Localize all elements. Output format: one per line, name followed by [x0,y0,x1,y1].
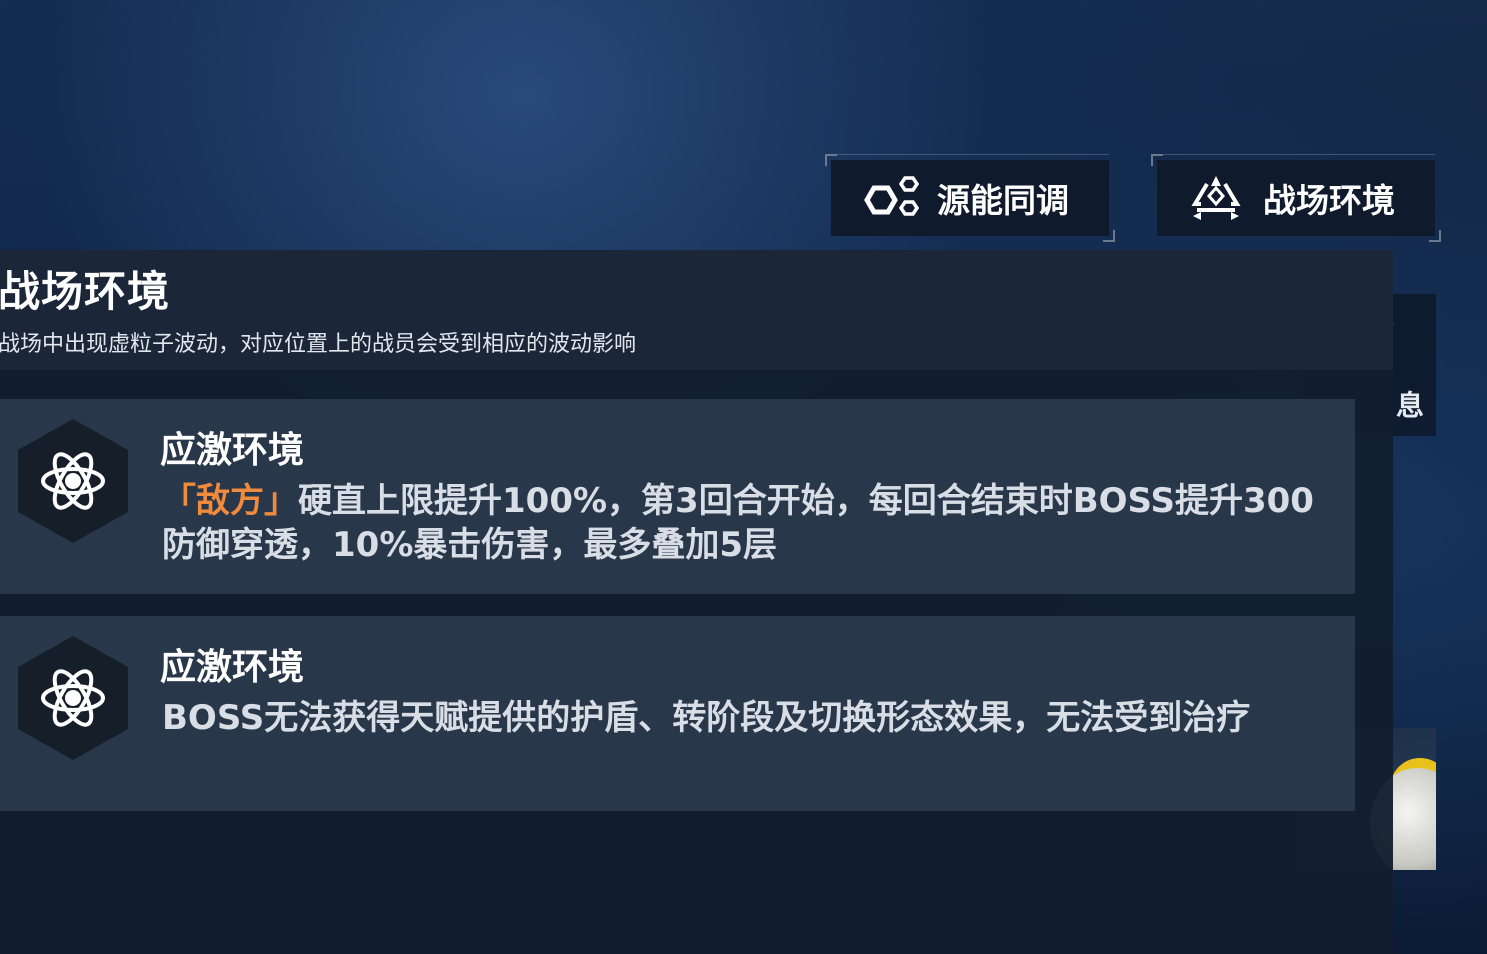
effect-title: 应激环境 [160,430,305,471]
battlefield-cycle-icon [1191,176,1241,220]
atom-icon [18,419,128,543]
enemy-info-label: 息 [1396,389,1425,422]
effect-description: 「敌方」硬直上限提升100%，第3回合开始，每回合结束时BOSS提升300防御穿… [162,479,1337,567]
target-highlight: 「敌方」 [162,481,298,521]
hexagon-cluster-icon [864,176,919,216]
panel-title: 战场环境 [0,267,171,316]
tab-battlefield-environment[interactable]: 战场环境 [1151,154,1441,242]
effect-description: BOSS无法获得天赋提供的护盾、转阶段及切换形态效果，无法受到治疗 [162,696,1337,740]
effect-text: 硬直上限提升100%，第3回合开始，每回合结束时BOSS提升300防御穿透，10… [162,481,1314,565]
atom-icon [18,636,128,760]
panel-subtitle: 战场中出现虚粒子波动，对应位置上的战员会受到相应的波动影响 [0,332,637,357]
tab-battlefield-label: 战场环境 [1263,181,1395,220]
tab-source-sync[interactable]: 源能同调 [825,154,1115,242]
effect-text: BOSS无法获得天赋提供的护盾、转阶段及切换形态效果，无法受到治疗 [162,698,1251,738]
effect-card: 应激环境 BOSS无法获得天赋提供的护盾、转阶段及切换形态效果，无法受到治疗 [0,616,1355,811]
tab-source-sync-label: 源能同调 [937,181,1069,220]
effect-card: 应激环境 「敌方」硬直上限提升100%，第3回合开始，每回合结束时BOSS提升3… [0,399,1355,594]
effect-title: 应激环境 [160,647,305,688]
